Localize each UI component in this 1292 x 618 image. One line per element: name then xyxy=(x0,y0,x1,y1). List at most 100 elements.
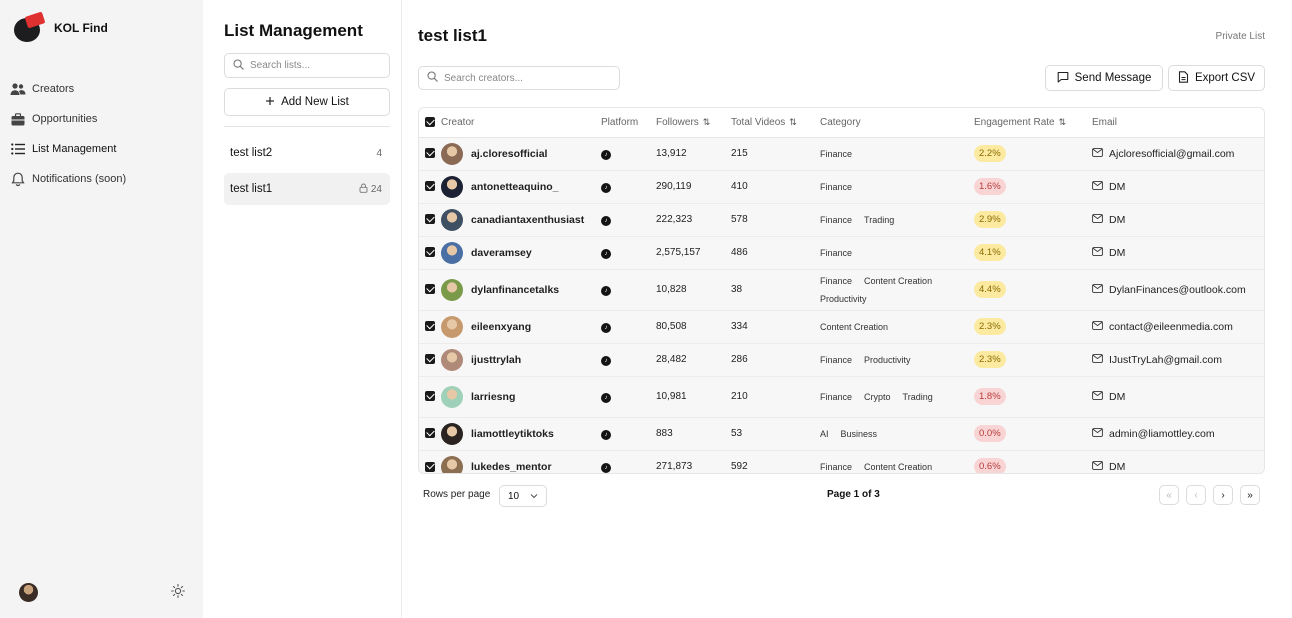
engagement-badge: 2.9% xyxy=(974,211,1006,228)
row-checkbox[interactable] xyxy=(425,214,435,225)
tiktok-icon: ♪ xyxy=(601,215,611,226)
page-info: Page 1 of 3 xyxy=(827,489,880,500)
sidebar-item-creators[interactable]: Creators xyxy=(10,74,126,104)
table-row[interactable]: dylanfinancetalks ♪ 10,828 38 Finance Content… xyxy=(419,269,1264,311)
creator-name[interactable]: daveramsey xyxy=(471,247,532,259)
column-header-engagement-rate[interactable]: Engagement Rate ⇅ xyxy=(974,108,1092,138)
column-label: Creator xyxy=(441,116,475,128)
sidebar-item-label: List Management xyxy=(32,143,117,155)
total-videos-cell: 53 xyxy=(731,417,820,451)
category-cell: AI Business xyxy=(820,417,974,451)
column-header-category: Category xyxy=(820,108,974,138)
next-page-button[interactable]: › xyxy=(1213,485,1233,505)
list-count-value: 4 xyxy=(376,147,382,159)
table-row[interactable]: eileenxyang ♪ 80,508 334 Content Creation 2.3… xyxy=(419,310,1264,344)
creator-name[interactable]: liamottleytiktoks xyxy=(471,428,554,440)
row-checkbox[interactable] xyxy=(425,391,435,402)
lists-search-box[interactable] xyxy=(224,53,390,78)
email-value: IJustTryLah@gmail.com xyxy=(1109,353,1222,366)
category-cell: Finance Trading xyxy=(820,203,974,237)
sort-icon: ⇅ xyxy=(789,116,797,127)
rows-per-page-select[interactable]: 10 xyxy=(499,485,547,507)
sidebar-item-opportunities[interactable]: Opportunities xyxy=(10,104,126,134)
table-row[interactable]: lukedes_mentor ♪ 271,873 592 Finance Content … xyxy=(419,450,1264,473)
creator-name[interactable]: larriesng xyxy=(471,391,515,403)
table-row[interactable]: larriesng ♪ 10,981 210 Finance Crypto Trading 1… xyxy=(419,376,1264,418)
creator-name[interactable]: dylanfinancetalks xyxy=(471,284,559,296)
email-value: DM xyxy=(1109,460,1126,473)
followers-cell: 28,482 xyxy=(656,343,731,377)
table-row[interactable]: ijusttrylah ♪ 28,482 286 Finance Productivity… xyxy=(419,343,1264,377)
email-value: contact@eileenmedia.com xyxy=(1109,320,1233,333)
row-select-cell xyxy=(419,170,441,204)
engagement-cell: 2.3% xyxy=(974,343,1092,377)
table-row[interactable]: aj.cloresofficial ♪ 13,912 215 Finance 2.2% Aj… xyxy=(419,137,1264,171)
row-checkbox[interactable] xyxy=(425,461,435,472)
engagement-badge: 1.6% xyxy=(974,178,1006,195)
table-row[interactable]: canadiantaxenthusiast ♪ 222,323 578 Finance T… xyxy=(419,203,1264,237)
platform-cell: ♪ xyxy=(601,417,656,451)
row-checkbox[interactable] xyxy=(425,181,435,192)
tiktok-icon: ♪ xyxy=(601,322,611,333)
tiktok-icon: ♪ xyxy=(601,182,611,193)
table-row[interactable]: antonetteaquino_ ♪ 290,119 410 Finance 1.6% DM xyxy=(419,170,1264,204)
previous-page-button[interactable]: ‹ xyxy=(1186,485,1206,505)
row-checkbox[interactable] xyxy=(425,284,435,295)
sidebar-item-list-management[interactable]: List Management xyxy=(10,134,126,164)
total-videos-cell: 286 xyxy=(731,343,820,377)
creators-search-input[interactable] xyxy=(444,72,619,84)
column-header-total-videos[interactable]: Total Videos ⇅ xyxy=(731,108,820,138)
creator-name[interactable]: aj.cloresofficial xyxy=(471,148,547,160)
email-value: DM xyxy=(1109,246,1126,259)
briefcase-icon xyxy=(10,111,26,127)
category-tag: Content Creation xyxy=(864,275,933,286)
category-cell: Finance Crypto Trading xyxy=(820,376,974,418)
platform-cell: ♪ xyxy=(601,170,656,204)
creator-cell: liamottleytiktoks xyxy=(441,417,601,451)
row-checkbox[interactable] xyxy=(425,354,435,365)
export-csv-button[interactable]: Export CSV xyxy=(1168,65,1265,91)
total-videos-cell: 215 xyxy=(731,137,820,171)
creator-name[interactable]: eileenxyang xyxy=(471,321,531,333)
table-row[interactable]: liamottleytiktoks ♪ 883 53 AI Business 0.0% adm… xyxy=(419,417,1264,451)
creators-search-box[interactable] xyxy=(418,66,620,90)
brand[interactable]: KOL Find xyxy=(14,11,108,42)
row-checkbox[interactable] xyxy=(425,428,435,439)
sort-icon: ⇅ xyxy=(702,116,711,127)
creator-name[interactable]: canadiantaxenthusiast xyxy=(471,214,584,226)
select-all-checkbox[interactable] xyxy=(425,117,435,128)
row-select-cell xyxy=(419,310,441,344)
list-item-test-list2[interactable]: test list2 4 xyxy=(224,137,390,169)
theme-toggle-button[interactable] xyxy=(169,583,187,602)
column-header-followers[interactable]: Followers ⇅ xyxy=(656,108,731,138)
creator-avatar xyxy=(441,241,463,264)
search-icon xyxy=(233,57,244,75)
pagination: Rows per page 10 Page 1 of 3 « ‹ › » xyxy=(418,485,1265,507)
first-page-button[interactable]: « xyxy=(1159,485,1179,505)
category-tag: Crypto xyxy=(864,391,891,402)
row-checkbox[interactable] xyxy=(425,247,435,258)
last-page-button[interactable]: » xyxy=(1240,485,1260,505)
email-cell: DM xyxy=(1092,376,1264,418)
lists-search-input[interactable] xyxy=(250,60,389,71)
creator-name[interactable]: lukedes_mentor xyxy=(471,461,552,473)
row-checkbox[interactable] xyxy=(425,148,435,159)
creator-name[interactable]: antonetteaquino_ xyxy=(471,181,559,193)
double-chevron-left-icon: « xyxy=(1166,489,1172,501)
list-item-test-list1[interactable]: test list1 24 xyxy=(224,173,390,205)
lists-panel-title: List Management xyxy=(224,21,363,40)
email-cell: IJustTryLah@gmail.com xyxy=(1092,343,1264,377)
user-avatar[interactable] xyxy=(19,583,38,602)
add-new-list-button[interactable]: Add New List xyxy=(224,88,390,116)
table-row[interactable]: daveramsey ♪ 2,575,157 486 Finance 4.1% DM xyxy=(419,236,1264,270)
total-videos-cell: 38 xyxy=(731,269,820,311)
creator-name[interactable]: ijusttrylah xyxy=(471,354,521,366)
sidebar-item-notifications[interactable]: Notifications (soon) xyxy=(10,164,126,194)
mail-icon xyxy=(1092,353,1103,366)
send-message-button[interactable]: Send Message xyxy=(1045,65,1163,91)
row-checkbox[interactable] xyxy=(425,321,435,332)
mail-icon xyxy=(1092,180,1103,193)
tiktok-icon: ♪ xyxy=(601,149,611,160)
table-header-row: Creator Platform Followers ⇅ Total Videos… xyxy=(419,108,1264,138)
followers-cell: 80,508 xyxy=(656,310,731,344)
